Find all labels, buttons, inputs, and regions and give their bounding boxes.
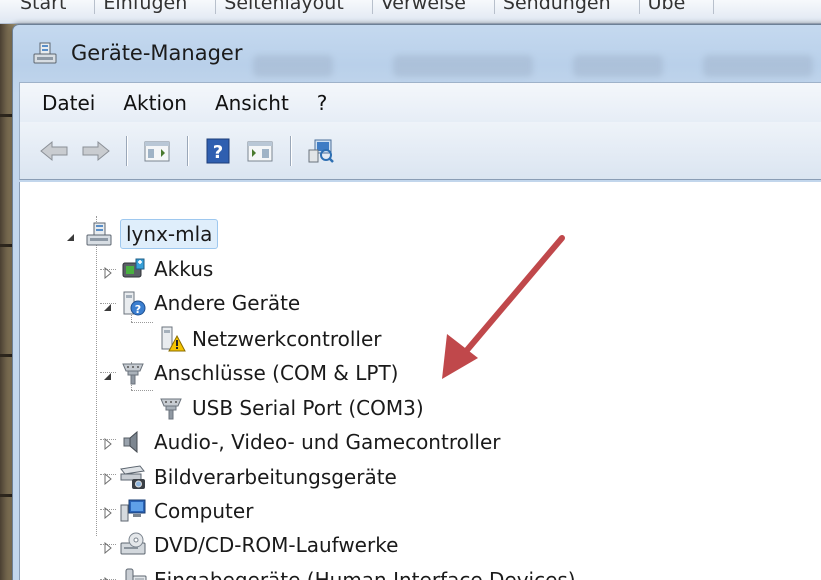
expand-collapse-toggle[interactable] (102, 574, 114, 580)
svg-text:?: ? (135, 303, 141, 316)
tree-item-computer[interactable]: Computer (118, 494, 253, 528)
tree-item-audio-video[interactable]: Audio-, Video- und Gamecontroller (118, 425, 500, 459)
tree-item-bildverarbeitung[interactable]: Bildverarbeitungsgeräte (118, 460, 397, 494)
battery-icon (118, 255, 148, 283)
toolbar-separator (290, 135, 291, 166)
tree-root-label: lynx-mla (120, 219, 219, 249)
expand-collapse-toggle[interactable] (102, 367, 114, 380)
tree-item-label: Eingabegeräte (Human Interface Devices) (154, 568, 576, 580)
ribbon-tab-seitenlayout[interactable]: Seitenlayout (216, 0, 373, 14)
ribbon-tab-verweise[interactable]: Verweise (373, 0, 495, 14)
tree-item-label: Anschlüsse (COM & LPT) (154, 361, 399, 385)
port-icon (156, 394, 186, 422)
ribbon-tab-einfuegen[interactable]: Einfügen (95, 0, 217, 14)
toolbar-separator (187, 135, 188, 166)
tree-item-andere-geraete[interactable]: ? Andere Geräte (118, 286, 300, 320)
back-arrow-icon[interactable] (38, 136, 70, 166)
tree-item-label: Akkus (154, 257, 214, 281)
speaker-icon (118, 428, 148, 456)
menu-bar: Datei Aktion Ansicht ? (19, 82, 821, 122)
menu-datei[interactable]: Datei (28, 87, 109, 119)
window-title: Geräte-Manager (71, 41, 243, 65)
expand-collapse-toggle[interactable] (65, 228, 77, 241)
help-icon[interactable]: ? (202, 136, 234, 166)
forward-arrow-icon[interactable] (80, 136, 112, 166)
device-manager-window: Geräte-Manager Datei Aktion Ansicht ? ? (12, 24, 821, 580)
input-device-icon (118, 566, 148, 580)
tree-item-dvd-cdrom[interactable]: DVD/CD-ROM-Laufwerke (118, 528, 398, 562)
unknown-device-icon: ? (118, 289, 148, 317)
tree-item-label: Audio-, Video- und Gamecontroller (154, 430, 501, 454)
expand-collapse-toggle[interactable] (102, 504, 114, 520)
toolbar-separator (126, 135, 127, 166)
expand-collapse-toggle[interactable] (102, 539, 114, 555)
device-tree: lynx-mla Akkus ? Andere Geräte Netzwerkc… (19, 182, 821, 580)
expand-collapse-toggle[interactable] (102, 264, 114, 280)
scanner-camera-icon (118, 463, 148, 491)
toolbar: ? (19, 122, 821, 180)
tree-item-label: Andere Geräte (154, 291, 301, 315)
tree-item-label: USB Serial Port (COM3) (192, 396, 424, 420)
background-ribbon-tabs: Start Einfügen Seitenlayout Verweise Sen… (0, 0, 821, 24)
expand-collapse-toggle[interactable] (102, 435, 114, 451)
tree-item-eingabegeraete[interactable]: Eingabegeräte (Human Interface Devices) (118, 563, 576, 580)
tree-item-netzwerkcontroller[interactable]: Netzwerkcontroller (156, 322, 381, 356)
optical-drive-icon (118, 531, 148, 559)
title-bar[interactable]: Geräte-Manager (13, 25, 821, 81)
menu-help[interactable]: ? (303, 87, 342, 119)
ribbon-tab-sendungen[interactable]: Sendungen (495, 0, 640, 14)
port-icon (118, 359, 148, 387)
tree-item-label: Computer (154, 499, 254, 523)
tree-item-label: DVD/CD-ROM-Laufwerke (154, 533, 399, 557)
expand-collapse-toggle[interactable] (102, 470, 114, 486)
device-manager-icon (31, 40, 59, 66)
svg-text:?: ? (213, 142, 223, 163)
computer-network-icon (84, 220, 114, 248)
tree-item-usb-serial-port[interactable]: USB Serial Port (COM3) (156, 391, 424, 425)
tree-root-computer[interactable]: lynx-mla (84, 217, 219, 251)
tree-item-label: Netzwerkcontroller (192, 327, 382, 351)
computer-icon (118, 497, 148, 525)
warning-device-icon (156, 325, 186, 353)
scan-hardware-icon[interactable] (305, 136, 337, 166)
tree-item-label: Bildverarbeitungsgeräte (154, 465, 397, 489)
ribbon-tab-ueberpruefen[interactable]: Übe (640, 0, 715, 14)
show-hide-action-pane-icon[interactable] (244, 136, 276, 166)
menu-ansicht[interactable]: Ansicht (201, 87, 303, 119)
show-hide-console-tree-icon[interactable] (141, 136, 173, 166)
ribbon-tab-start[interactable]: Start (14, 0, 96, 14)
tree-item-anschluesse[interactable]: Anschlüsse (COM & LPT) (118, 356, 398, 390)
expand-collapse-toggle[interactable] (102, 298, 114, 311)
tree-item-akkus[interactable]: Akkus (118, 252, 213, 286)
menu-aktion[interactable]: Aktion (109, 87, 201, 119)
